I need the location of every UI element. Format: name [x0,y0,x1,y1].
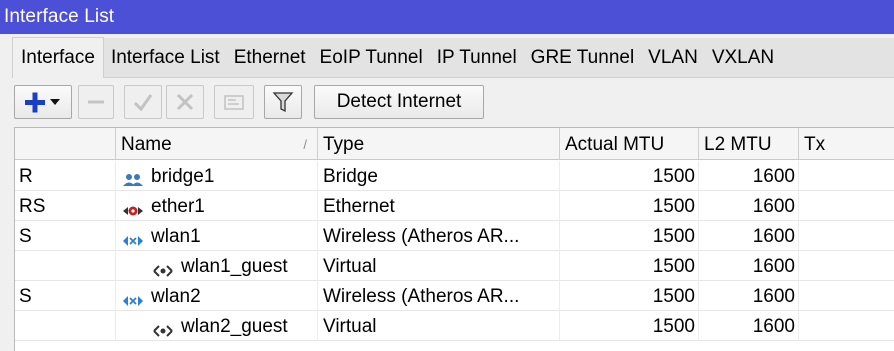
virtual-icon [152,258,174,277]
enable-check-icon [133,94,153,112]
title-bar: Interface List [0,0,894,34]
cell-actual-mtu: 1500 [560,311,699,341]
cell-tx [799,161,894,191]
cell-actual-mtu: 1500 [560,281,699,311]
column-header-actual-mtu[interactable]: Actual MTU [560,128,699,160]
toolbar: Detect Internet [0,79,894,125]
cell-type: Virtual [318,311,560,341]
column-header-name-label: Name [121,134,172,155]
cell-l2-mtu: 1600 [699,221,799,251]
tab-vlan[interactable]: VLAN [641,38,705,78]
cell-flags [15,311,116,341]
add-dropdown-icon [25,92,60,113]
cell-l2-mtu: 1600 [699,251,799,281]
cell-tx [799,221,894,251]
cell-name-label: ether1 [151,196,205,217]
cell-l2-mtu: 1600 [699,191,799,221]
detect-internet-button[interactable]: Detect Internet [314,85,484,119]
cell-l2-mtu: 1600 [699,161,799,191]
cell-name-label: wlan1_guest [181,256,288,277]
cell-actual-mtu: 1500 [560,161,699,191]
cell-type: Ethernet [318,191,560,221]
bridge-icon [122,168,144,186]
column-header-flags[interactable] [15,128,116,160]
cell-name: wlan1_guest [116,251,318,281]
table-row[interactable]: wlan1_guest Virtual 1500 1600 [15,251,894,281]
tab-ip-tunnel[interactable]: IP Tunnel [430,38,524,78]
cell-type: Wireless (Atheros AR... [318,221,560,251]
cell-name-label: wlan2 [151,286,201,307]
cell-l2-mtu: 1600 [699,311,799,341]
cell-name: wlan2 [116,281,318,311]
cell-type: Wireless (Atheros AR... [318,281,560,311]
cell-flags: RS [15,191,116,221]
filter-icon [272,92,294,113]
cell-flags: S [15,221,116,251]
cell-actual-mtu: 1500 [560,191,699,221]
cell-name: bridge1 [116,161,318,191]
table-header: Name / Type Actual MTU L2 MTU Tx [15,128,894,160]
table-row[interactable]: RS ether1 Ethernet 1500 1600 [15,191,894,221]
sort-indicator-icon: / [303,137,307,152]
cell-flags: R [15,161,116,191]
ethernet-icon [122,198,144,216]
cell-tx [799,311,894,341]
virtual-icon [152,318,174,337]
disable-x-icon [176,93,194,111]
cell-flags: S [15,281,116,311]
cell-tx [799,281,894,311]
add-button[interactable] [14,85,72,119]
wireless-icon [122,228,144,246]
remove-icon [88,100,104,104]
remove-button[interactable] [78,85,114,119]
tab-ethernet[interactable]: Ethernet [227,38,313,78]
tab-interface-list[interactable]: Interface List [104,38,227,78]
cell-type: Bridge [318,161,560,191]
column-header-l2-mtu[interactable]: L2 MTU [699,128,799,160]
cell-name-label: wlan2_guest [181,316,288,337]
cell-l2-mtu: 1600 [699,281,799,311]
window-title: Interface List [4,6,115,27]
column-header-name[interactable]: Name / [116,128,318,160]
tab-vxlan[interactable]: VXLAN [705,38,781,78]
cell-name-label: wlan1 [151,226,201,247]
comment-icon [224,95,244,110]
cell-name-label: bridge1 [151,166,215,187]
cell-type: Virtual [318,251,560,281]
tab-gre-tunnel[interactable]: GRE Tunnel [524,38,642,78]
cell-name: wlan1 [116,221,318,251]
enable-button[interactable] [124,85,162,119]
filter-button[interactable] [264,85,302,119]
cell-actual-mtu: 1500 [560,221,699,251]
cell-name: ether1 [116,191,318,221]
tab-eoip-tunnel[interactable]: EoIP Tunnel [313,38,430,78]
tab-bar: Interface Interface List Ethernet EoIP T… [12,37,894,78]
table-row[interactable]: Rbridge1 Bridge 1500 1600 [15,161,894,191]
cell-tx [799,251,894,281]
column-header-tx[interactable]: Tx [799,128,894,160]
table-row[interactable]: Swlan1 Wireless (Atheros AR... 1500 1600 [15,221,894,251]
interface-table: Name / Type Actual MTU L2 MTU Tx Rbridge… [14,127,894,351]
comment-button[interactable] [214,85,254,119]
column-header-type[interactable]: Type [318,128,560,160]
wireless-icon [122,288,144,306]
cell-actual-mtu: 1500 [560,251,699,281]
table-row[interactable]: Swlan2 Wireless (Atheros AR... 1500 1600 [15,281,894,311]
cell-flags [15,251,116,281]
tab-interface[interactable]: Interface [12,37,104,78]
disable-button[interactable] [166,85,204,119]
cell-name: wlan2_guest [116,311,318,341]
table-row[interactable]: wlan2_guest Virtual 1500 1600 [15,311,894,341]
cell-tx [799,191,894,221]
